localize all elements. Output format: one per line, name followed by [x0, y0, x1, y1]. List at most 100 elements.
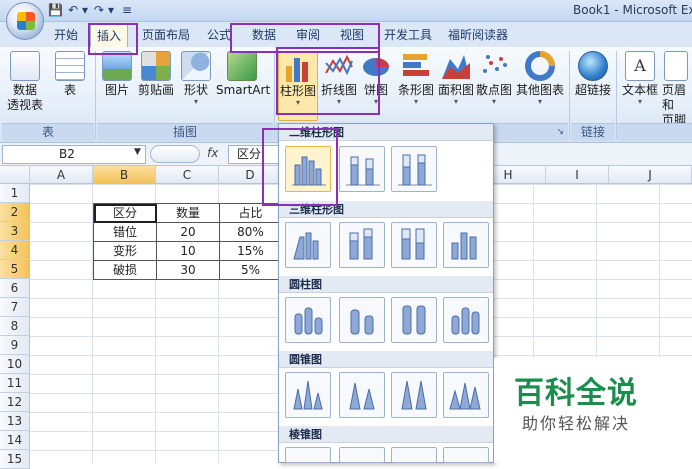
picture-button[interactable]: 图片 — [100, 51, 134, 98]
row-header[interactable]: 10 — [0, 355, 30, 374]
row-header[interactable]: 9 — [0, 336, 30, 355]
bar-chart-button[interactable]: 条形图 ▾ — [396, 51, 436, 106]
pyramid-thumbnail[interactable] — [339, 447, 385, 463]
office-button[interactable] — [6, 2, 44, 40]
clustered-cone-thumbnail[interactable] — [285, 372, 331, 418]
group-label-links: 链接 — [571, 123, 615, 141]
table-cell[interactable]: 80% — [220, 223, 282, 242]
table-button[interactable]: 表 — [54, 51, 86, 98]
pyramid-thumbnail[interactable] — [443, 447, 489, 463]
save-icon[interactable]: 💾 — [48, 3, 63, 17]
shapes-button[interactable]: 形状 ▾ — [180, 51, 212, 106]
tab-foxit-reader[interactable]: 福昕阅读器 — [448, 26, 508, 43]
pie-chart-button[interactable]: 饼图 ▾ — [360, 51, 392, 106]
smartart-icon — [227, 51, 257, 81]
stacked-cylinder-thumbnail[interactable] — [339, 297, 385, 343]
row-header[interactable]: 14 — [0, 431, 30, 450]
row-header[interactable]: 1 — [0, 184, 30, 203]
3d-cone-thumbnail[interactable] — [443, 372, 489, 418]
column-header-b[interactable]: B — [93, 166, 156, 184]
table-cell[interactable]: 15% — [220, 242, 282, 261]
redo-dropdown-icon[interactable]: ▾ — [108, 3, 114, 17]
clip-art-button[interactable]: 剪贴画 — [136, 51, 176, 98]
percent-stacked-column-thumbnail[interactable] — [391, 146, 437, 192]
undo-dropdown-icon[interactable]: ▾ — [82, 3, 88, 17]
formula-input[interactable]: 区分 — [228, 145, 283, 164]
table-cell[interactable]: 破损 — [94, 261, 157, 280]
3d-clustered-column-icon — [293, 232, 319, 260]
pivot-table-button[interactable]: 数据 透视表 — [4, 51, 46, 113]
other-charts-button[interactable]: 其他图表 ▾ — [514, 51, 566, 106]
tab-data[interactable]: 数据 — [252, 26, 276, 43]
table-header-cell[interactable]: 区分 — [94, 204, 157, 223]
smartart-button[interactable]: SmartArt — [216, 51, 271, 98]
3d-column-icon — [451, 232, 477, 260]
row-header[interactable]: 2 — [0, 203, 30, 222]
pyramid-thumbnail[interactable] — [285, 447, 331, 463]
group-separator — [95, 51, 96, 139]
3d-column-thumbnail[interactable] — [443, 222, 489, 268]
undo-icon[interactable]: ↶ — [68, 3, 78, 17]
percent-stacked-cylinder-thumbnail[interactable] — [391, 297, 437, 343]
select-all-corner[interactable] — [0, 166, 30, 184]
table-cell[interactable]: 10 — [157, 242, 220, 261]
hyperlink-button[interactable]: 超链接 — [572, 51, 614, 98]
formula-bar-resize-handle[interactable] — [150, 145, 200, 163]
clustered-cylinder-thumbnail[interactable] — [285, 297, 331, 343]
row-header[interactable]: 15 — [0, 450, 30, 469]
row-header[interactable]: 7 — [0, 298, 30, 317]
row-header[interactable]: 8 — [0, 317, 30, 336]
tab-view[interactable]: 视图 — [340, 26, 364, 43]
stacked-column-thumbnail[interactable] — [339, 146, 385, 192]
3d-percent-stacked-column-thumbnail[interactable] — [391, 222, 437, 268]
clustered-column-thumbnail[interactable] — [285, 146, 331, 192]
area-chart-label: 面积图 — [438, 83, 475, 97]
column-header-d[interactable]: D — [219, 166, 282, 184]
percent-stacked-cone-thumbnail[interactable] — [391, 372, 437, 418]
table-cell[interactable]: 变形 — [94, 242, 157, 261]
header-footer-icon — [664, 51, 688, 81]
column-header-a[interactable]: A — [30, 166, 93, 184]
line-chart-button[interactable]: 折线图 ▾ — [320, 51, 358, 106]
table-cell[interactable]: 30 — [157, 261, 220, 280]
row-header[interactable]: 6 — [0, 279, 30, 298]
row-header[interactable]: 4 — [0, 241, 30, 260]
3d-stacked-column-thumbnail[interactable] — [339, 222, 385, 268]
name-box[interactable]: B2 — [2, 145, 146, 164]
customize-qat-icon[interactable]: ≡ — [122, 3, 132, 17]
3d-clustered-column-thumbnail[interactable] — [285, 222, 331, 268]
text-box-button[interactable]: A 文本框 ▾ — [620, 51, 660, 106]
column-header-j[interactable]: J — [609, 166, 692, 184]
tab-page-layout[interactable]: 页面布局 — [142, 26, 190, 43]
table-cell[interactable]: 5% — [220, 261, 282, 280]
redo-icon[interactable]: ↷ — [94, 3, 104, 17]
table-cell[interactable]: 20 — [157, 223, 220, 242]
scatter-chart-button[interactable]: 散点图 ▾ — [476, 51, 512, 106]
area-chart-button[interactable]: 面积图 ▾ — [438, 51, 474, 106]
tab-review[interactable]: 审阅 — [296, 26, 320, 43]
row-header[interactable]: 11 — [0, 374, 30, 393]
tab-formulas[interactable]: 公式 — [207, 26, 231, 43]
chevron-down-icon[interactable]: ▼ — [134, 147, 141, 157]
column-header-i[interactable]: I — [546, 166, 609, 184]
stacked-cone-thumbnail[interactable] — [339, 372, 385, 418]
tab-insert[interactable]: 插入 — [90, 23, 129, 47]
header-footer-button[interactable]: 页眉和 页脚 — [662, 51, 692, 128]
tab-home[interactable]: 开始 — [54, 26, 78, 43]
table-header-cell[interactable]: 数量 — [157, 204, 220, 223]
pyramid-thumbnail[interactable] — [391, 447, 437, 463]
smartart-label: SmartArt — [216, 83, 271, 97]
pie-chart-label: 饼图 — [363, 83, 388, 97]
table-cell[interactable]: 错位 — [94, 223, 157, 242]
row-header[interactable]: 5 — [0, 260, 30, 279]
tab-developer[interactable]: 开发工具 — [384, 26, 432, 43]
column-chart-button[interactable]: 柱形图 ▾ — [278, 51, 318, 121]
row-header[interactable]: 3 — [0, 222, 30, 241]
table-header-cell[interactable]: 占比 — [220, 204, 282, 223]
insert-function-button[interactable]: fx — [207, 146, 218, 160]
3d-cylinder-thumbnail[interactable] — [443, 297, 489, 343]
dialog-launcher-icon[interactable]: ↘ — [556, 124, 564, 141]
column-header-c[interactable]: C — [156, 166, 219, 184]
row-header[interactable]: 13 — [0, 412, 30, 431]
row-header[interactable]: 12 — [0, 393, 30, 412]
